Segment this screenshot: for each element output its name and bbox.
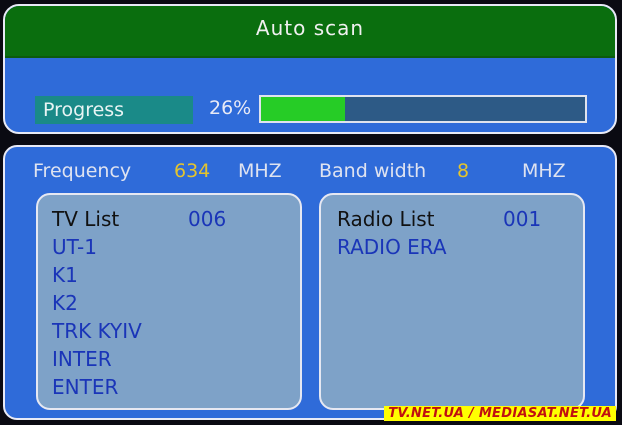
radio-list-box: Radio List 001 RADIO ERA xyxy=(319,193,585,410)
radio-list-title: Radio List xyxy=(337,207,435,231)
title-bar: Auto scan xyxy=(5,6,615,58)
list-item: ENTER xyxy=(52,375,119,399)
list-item: K2 xyxy=(52,291,78,315)
list-item: RADIO ERA xyxy=(337,235,447,259)
tv-list-count: 006 xyxy=(188,207,227,231)
list-item: TRK KYIV xyxy=(52,319,142,343)
tv-list-box: TV List 006 UT-1 K1 K2 TRK KYIV INTER EN… xyxy=(36,193,302,410)
tv-channel-list: UT-1 K1 K2 TRK KYIV INTER ENTER xyxy=(52,233,142,401)
tv-list-title: TV List xyxy=(52,207,120,231)
frequency-unit: MHZ xyxy=(238,160,282,182)
bandwidth-unit: MHZ xyxy=(522,160,566,182)
page-title: Auto scan xyxy=(255,16,365,40)
bandwidth-label: Band width xyxy=(319,160,427,182)
radio-channel-list: RADIO ERA xyxy=(337,233,447,261)
scan-header-panel: Auto scan Progress 26% xyxy=(3,4,617,134)
progress-percent: 26% xyxy=(209,97,252,119)
list-item: UT-1 xyxy=(52,235,97,259)
frequency-value: 634 xyxy=(174,160,211,182)
radio-list-count: 001 xyxy=(503,207,542,231)
progress-bar-fill xyxy=(261,97,346,121)
progress-bar xyxy=(259,95,587,123)
frequency-label: Frequency xyxy=(33,160,132,182)
list-item: K1 xyxy=(52,263,78,287)
watermark: TV.NET.UA / MEDIASAT.NET.UA xyxy=(384,406,616,421)
scan-results-panel: Frequency 634 MHZ Band width 8 MHZ TV Li… xyxy=(3,145,617,420)
progress-label: Progress xyxy=(35,96,193,124)
bandwidth-value: 8 xyxy=(457,160,470,182)
list-item: INTER xyxy=(52,347,112,371)
